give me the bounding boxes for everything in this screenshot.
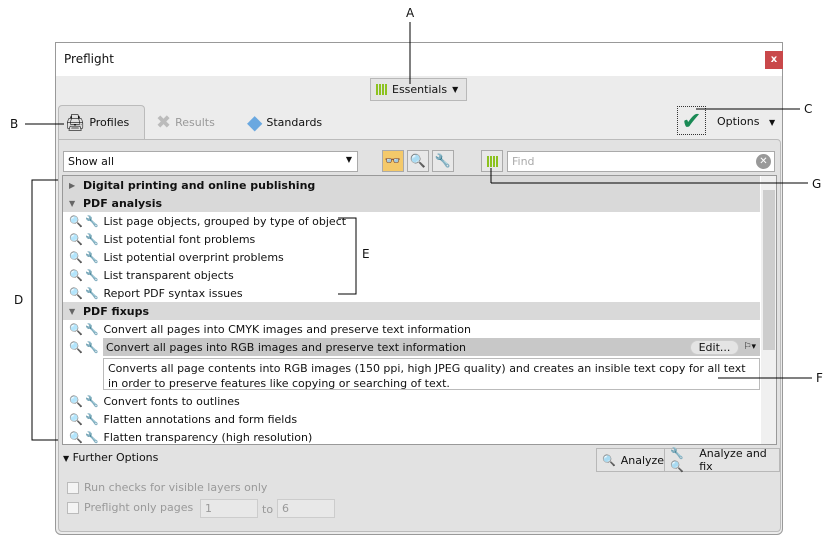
callout-lines	[25, 22, 812, 441]
callout-c: C	[804, 102, 813, 116]
callout-b: B	[10, 117, 19, 131]
callout-d: D	[14, 293, 24, 307]
callout-e: E	[362, 247, 370, 261]
callout-a: A	[406, 6, 415, 20]
callout-f: F	[816, 371, 823, 385]
callout-g: G	[812, 177, 822, 191]
